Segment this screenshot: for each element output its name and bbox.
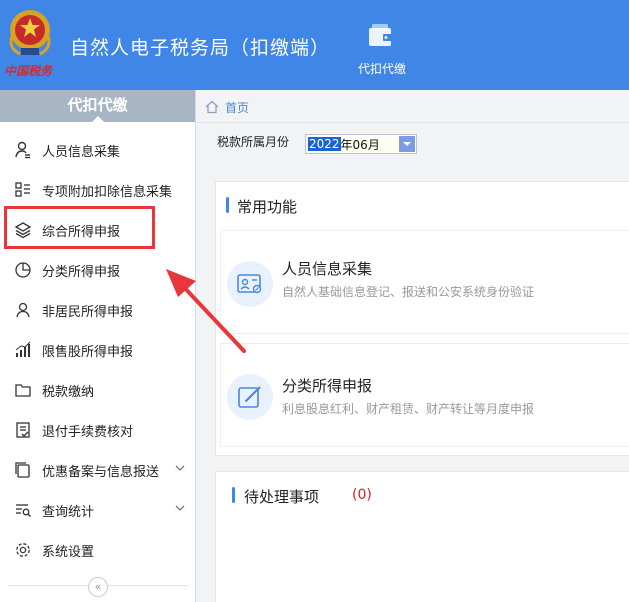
red-arrow-annotation (166, 269, 246, 353)
pending-title: 待处理事项 (244, 488, 320, 506)
sidebar-item-system-settings[interactable]: 系统设置 (0, 530, 195, 570)
feature-card-classified-income[interactable]: 分类所得申报 利息股息红利、财产租赁、财产转让等月度申报 (220, 343, 629, 447)
section-accent-bar (226, 197, 229, 213)
breadcrumb-home-link[interactable]: 首页 (225, 99, 249, 116)
sidebar-item-label: 税款缴纳 (42, 384, 95, 400)
sidebar-item-preferential-filing[interactable]: 优惠备案与信息报送 (0, 450, 195, 490)
sidebar-item-fee-refund[interactable]: 退付手续费核对 (0, 410, 195, 450)
document-check-icon (16, 422, 30, 438)
bar-chart-icon (15, 341, 31, 357)
folder-icon (15, 384, 31, 397)
tax-month-selected-text: 2022 (308, 137, 341, 151)
pending-count: (0) (352, 487, 372, 503)
pie-chart-icon (15, 262, 31, 278)
feature-card-personnel-info[interactable]: 人员信息采集 自然人基础信息登记、报送和公安系统身份验证 (220, 230, 629, 334)
chevron-down-icon[interactable] (175, 503, 185, 513)
breadcrumb: 首页 (205, 96, 249, 118)
breadcrumb-divider (196, 122, 629, 123)
home-icon[interactable] (205, 100, 219, 114)
sidebar-collapse-button[interactable]: « (88, 577, 108, 597)
tax-month-select[interactable]: 2022 年06月 (305, 134, 417, 154)
sidebar-item-label: 限售股所得申报 (42, 344, 134, 360)
sidebar-item-label: 人员信息采集 (42, 144, 121, 160)
app-header: 中国税务 自然人电子税务局（扣缴端） 代扣代缴 (0, 0, 629, 90)
feature-card-desc: 利息股息红利、财产租赁、财产转让等月度申报 (282, 402, 535, 416)
wallet-icon (369, 24, 392, 46)
tab-withholding[interactable]: 代扣代缴 (342, 0, 422, 90)
sidebar-item-tax-payment[interactable]: 税款缴纳 (0, 370, 195, 410)
section-accent-bar (232, 487, 235, 503)
common-functions-title: 常用功能 (237, 198, 298, 216)
sidebar-item-label: 非居民所得申报 (42, 304, 134, 320)
tax-emblem-icon (9, 10, 51, 56)
tax-month-rest-text: 年06月 (340, 137, 380, 152)
sidebar-item-label: 系统设置 (42, 544, 95, 560)
person-info-icon (15, 141, 30, 159)
list-grid-icon (15, 182, 30, 197)
tax-month-label: 税款所属月份 (217, 135, 290, 149)
icon-circle (227, 374, 273, 420)
sidebar-item-label: 分类所得申报 (42, 264, 121, 280)
search-list-icon (16, 504, 31, 517)
gear-icon (16, 543, 30, 557)
sidebar-item-label: 退付手续费核对 (42, 424, 134, 440)
copy-icon (15, 462, 30, 478)
sidebar-item-special-deduction[interactable]: 专项附加扣除信息采集 (0, 170, 195, 210)
sidebar-header: 代扣代缴 (0, 90, 195, 123)
sidebar-item-label: 查询统计 (42, 504, 95, 520)
emblem-caption: 中国税务 (4, 64, 53, 78)
highlight-box (4, 206, 155, 249)
sidebar-item-label: 专项附加扣除信息采集 (42, 184, 173, 200)
feature-card-desc: 自然人基础信息登记、报送和公安系统身份验证 (282, 285, 535, 299)
sidebar-item-personnel-info[interactable]: 人员信息采集 (0, 130, 195, 170)
sidebar-item-query-stats[interactable]: 查询统计 (0, 490, 195, 530)
tab-withholding-label: 代扣代缴 (357, 62, 406, 76)
feature-card-title: 人员信息采集 (282, 260, 373, 278)
chevron-down-icon[interactable] (175, 463, 185, 473)
app-title: 自然人电子税务局（扣缴端） (70, 37, 331, 59)
edit-icon (238, 386, 261, 408)
feature-card-title: 分类所得申报 (282, 377, 373, 395)
dropdown-arrow-icon[interactable] (399, 136, 415, 152)
person-icon (16, 302, 30, 318)
sidebar-item-label: 优惠备案与信息报送 (42, 464, 160, 480)
